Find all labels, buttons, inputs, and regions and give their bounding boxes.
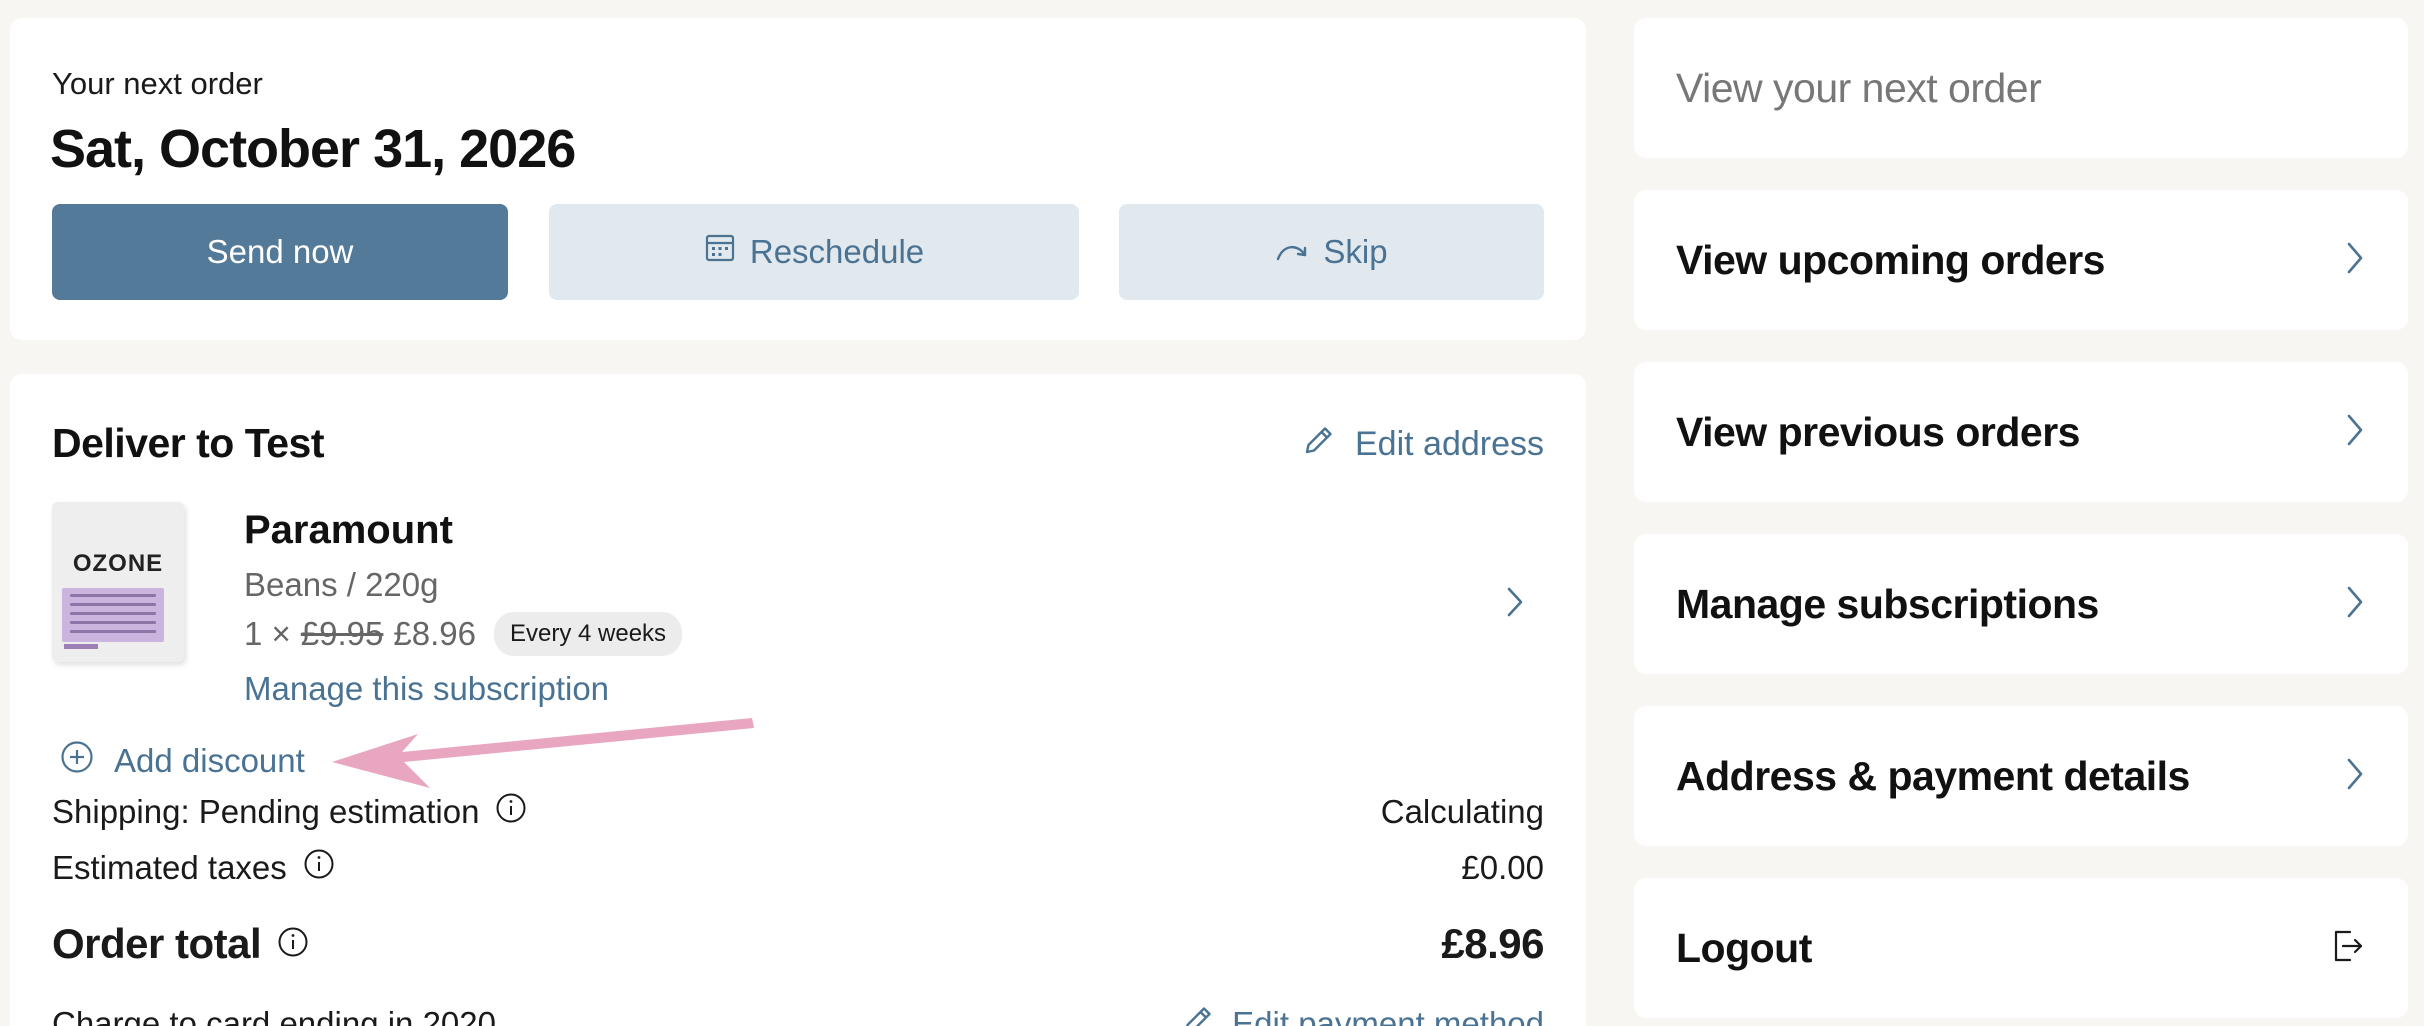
nav-view-previous-orders[interactable]: View previous orders	[1634, 362, 2408, 502]
product-name: Paramount	[244, 508, 453, 552]
reschedule-label: Reschedule	[749, 233, 925, 270]
shipping-value: Calculating	[1380, 793, 1544, 830]
send-now-label: Send now	[206, 233, 354, 270]
product-price-row: 1 × £9.95 £8.96 Every 4 weeks	[244, 612, 683, 656]
payment-label: Charge to card ending in 2020	[52, 1005, 496, 1026]
logout-icon	[2328, 927, 2366, 970]
next-order-label: Your next order	[52, 66, 263, 101]
product-quantity: 1 ×	[244, 615, 291, 652]
pencil-icon	[1301, 422, 1337, 467]
nav-address-label: Address & payment details	[1676, 752, 2190, 799]
info-icon[interactable]	[495, 792, 527, 832]
nav-previous-label: View previous orders	[1676, 408, 2080, 455]
edit-address-label: Edit address	[1355, 425, 1544, 463]
nav-logout[interactable]: Logout	[1634, 878, 2408, 1018]
nav-logout-label: Logout	[1676, 924, 1812, 971]
product-image-brand: OZONE	[72, 550, 164, 577]
nav-manage-label: Manage subscriptions	[1676, 580, 2099, 627]
order-total-row: Order total £8.96	[52, 920, 1544, 968]
order-total-value: £8.96	[1441, 920, 1544, 967]
annotation-arrow	[332, 704, 764, 799]
shipping-label: Shipping: Pending estimation	[52, 793, 480, 830]
manage-subscription-link[interactable]: Manage this subscription	[244, 670, 609, 708]
nav-upcoming-label: View upcoming orders	[1676, 236, 2105, 283]
taxes-value: £0.00	[1461, 849, 1544, 886]
send-now-button[interactable]: Send now	[52, 204, 508, 300]
chevron-right-icon	[2344, 411, 2366, 454]
order-total-label: Order total	[52, 920, 262, 967]
product-image: OZONE	[52, 502, 184, 662]
frequency-badge: Every 4 weeks	[493, 612, 683, 656]
skip-arrow-icon	[1275, 233, 1309, 271]
chevron-right-icon	[2344, 583, 2366, 626]
next-order-date: Sat, October 31, 2026	[50, 119, 576, 179]
payment-row: Charge to card ending in 2020 Edit payme…	[52, 1002, 1544, 1026]
nav-address-payment[interactable]: Address & payment details	[1634, 706, 2408, 846]
skip-label: Skip	[1323, 233, 1388, 270]
product-image-tag	[64, 644, 98, 649]
nav-view-upcoming-orders[interactable]: View upcoming orders	[1634, 190, 2408, 330]
plus-circle-icon	[60, 740, 94, 782]
calendar-icon	[704, 232, 736, 272]
info-icon[interactable]	[303, 848, 335, 888]
product-price: £8.96	[393, 615, 476, 652]
edit-payment-link[interactable]: Edit payment method	[1180, 1002, 1544, 1026]
chevron-right-icon	[2344, 239, 2366, 282]
chevron-right-icon[interactable]	[1504, 584, 1526, 625]
edit-address-link[interactable]: Edit address	[1301, 422, 1544, 467]
deliver-to-title: Deliver to Test	[52, 420, 325, 466]
reschedule-button[interactable]: Reschedule	[549, 204, 1079, 300]
product-variant: Beans / 220g	[244, 566, 439, 603]
chevron-right-icon	[2344, 755, 2366, 798]
nav-view-next-order: View your next order	[1634, 18, 2408, 158]
product-image-label-panel	[62, 588, 164, 642]
edit-payment-label: Edit payment method	[1232, 1005, 1544, 1026]
product-original-price: £9.95	[300, 615, 384, 652]
info-icon[interactable]	[277, 920, 309, 968]
shipping-row: Shipping: Pending estimation Calculating	[52, 792, 1544, 832]
taxes-label: Estimated taxes	[52, 849, 287, 886]
add-discount-label: Add discount	[114, 742, 305, 779]
add-discount-button[interactable]: Add discount	[60, 740, 305, 782]
nav-view-next-order-label: View your next order	[1676, 64, 2042, 111]
next-order-card: Your next order Sat, October 31, 2026 Se…	[10, 18, 1586, 340]
pencil-icon	[1180, 1002, 1216, 1026]
nav-manage-subscriptions[interactable]: Manage subscriptions	[1634, 534, 2408, 674]
delivery-card: Deliver to Test Edit address OZONE Param…	[10, 374, 1586, 1026]
taxes-row: Estimated taxes £0.00	[52, 848, 1544, 888]
skip-button[interactable]: Skip	[1119, 204, 1544, 300]
